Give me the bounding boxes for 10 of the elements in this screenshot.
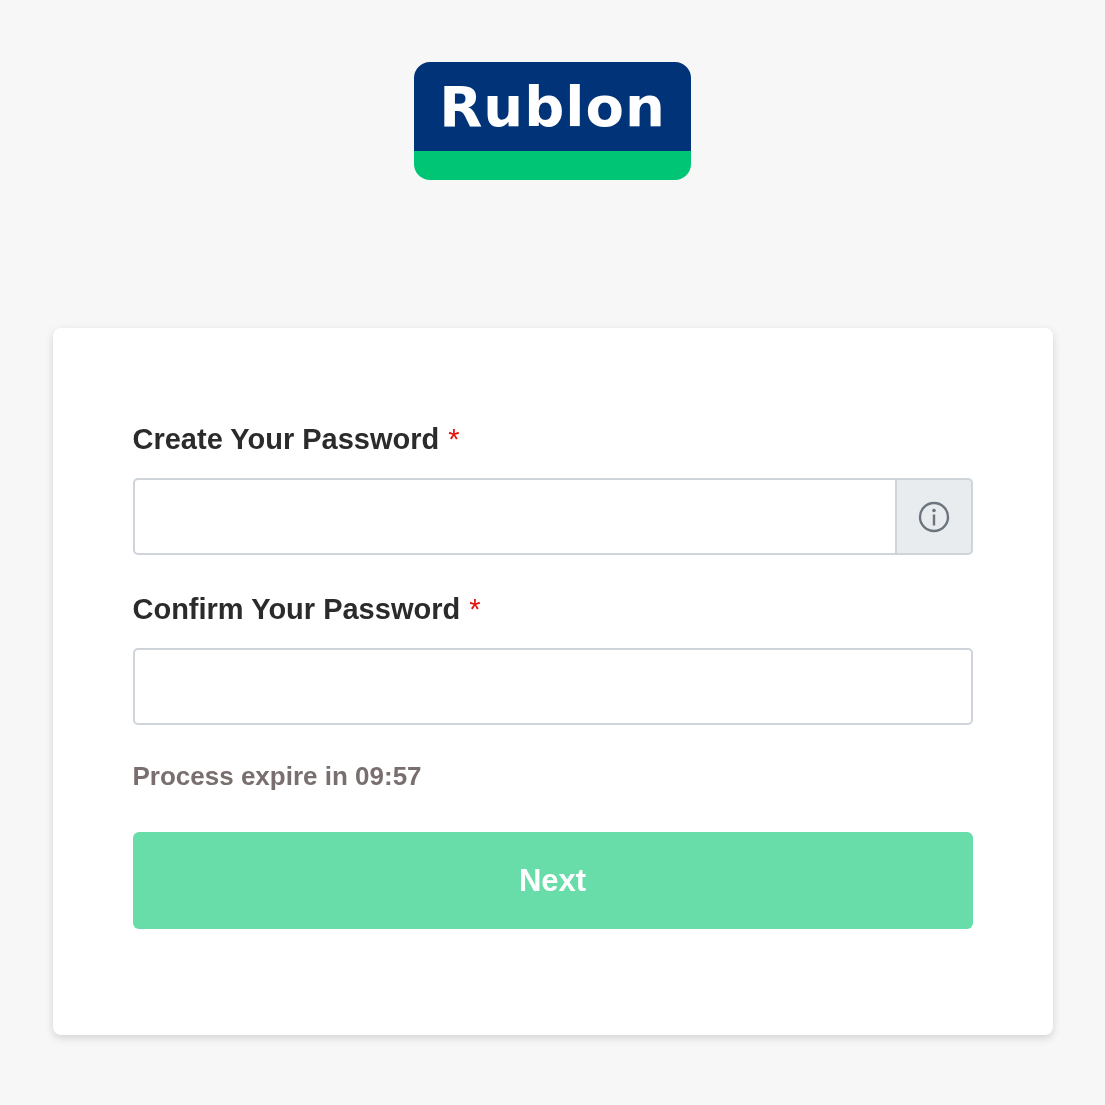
required-mark: * <box>448 423 460 456</box>
logo-text: Rublon <box>439 74 666 139</box>
info-icon <box>916 499 951 534</box>
required-mark: * <box>469 593 481 626</box>
password-field[interactable] <box>132 478 897 555</box>
field-label: Create Your Password <box>132 423 440 456</box>
expiry-timer: Process expire in 09:57 <box>132 761 423 792</box>
info-button[interactable] <box>896 478 973 555</box>
field-label: Confirm Your Password <box>132 593 461 626</box>
password-field[interactable] <box>132 648 973 725</box>
